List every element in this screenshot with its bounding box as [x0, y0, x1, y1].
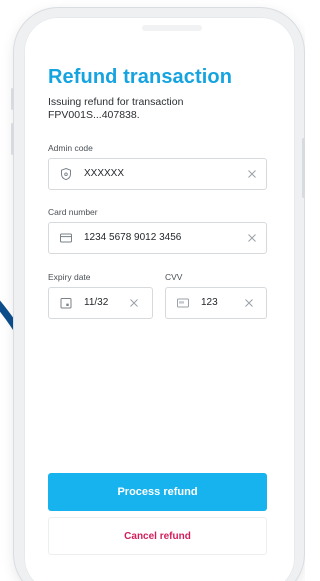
process-refund-button[interactable]: Process refund — [48, 473, 267, 511]
credit-card-icon — [60, 233, 72, 243]
shield-icon — [61, 167, 71, 181]
clear-icon[interactable] — [245, 167, 259, 181]
admin-code-value: XXXXXX — [84, 168, 125, 179]
cvv-field[interactable]: 123 — [165, 287, 267, 319]
clear-icon[interactable] — [242, 296, 256, 310]
calendar-icon — [60, 298, 72, 309]
clear-icon[interactable] — [245, 231, 259, 245]
admin-code-field[interactable]: XXXXXX — [48, 158, 267, 190]
phone-side-button — [302, 138, 305, 198]
speaker-notch — [142, 25, 202, 31]
card-number-value: 1234 5678 9012 3456 — [84, 232, 182, 243]
clear-icon[interactable] — [127, 296, 141, 310]
card-number-label: Card number — [48, 207, 98, 217]
cvv-label: CVV — [165, 272, 183, 282]
card-number-field[interactable]: 1234 5678 9012 3456 — [48, 222, 267, 254]
cancel-refund-button[interactable]: Cancel refund — [48, 517, 267, 555]
card-cvv-icon — [177, 298, 189, 308]
expiry-date-field[interactable]: 11/32 — [48, 287, 153, 319]
page-title: Refund transaction — [48, 66, 233, 88]
phone-side-button — [11, 88, 14, 110]
page-subtitle: Issuing refund for transaction FPV001S..… — [48, 96, 184, 121]
expiry-date-value: 11/32 — [84, 297, 109, 308]
phone-side-button — [11, 123, 14, 155]
admin-code-label: Admin code — [48, 143, 93, 153]
expiry-date-label: Expiry date — [48, 272, 91, 282]
cvv-value: 123 — [201, 297, 218, 308]
phone-screen: Refund transaction Issuing refund for tr… — [24, 17, 295, 581]
stage: Refund transaction Issuing refund for tr… — [0, 0, 305, 581]
